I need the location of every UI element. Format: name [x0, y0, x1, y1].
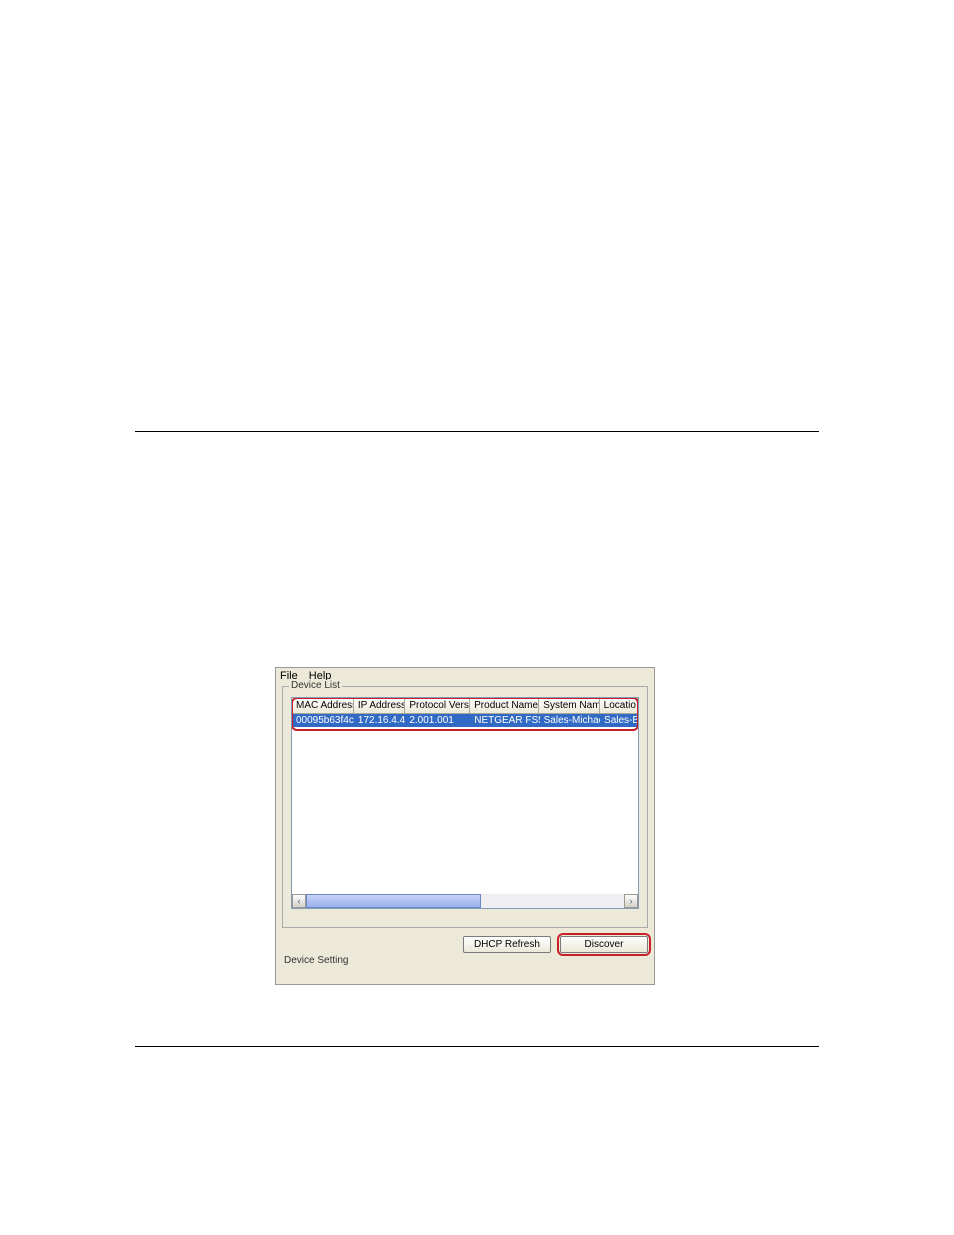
- discover-button[interactable]: Discover: [560, 936, 648, 953]
- dhcp-refresh-button[interactable]: DHCP Refresh: [463, 936, 551, 953]
- scroll-thumb[interactable]: [306, 894, 481, 908]
- button-row: DHCP Refresh Discover: [276, 930, 654, 953]
- horizontal-rule-1: [135, 431, 819, 432]
- device-list-table: MAC Address IP Address Protocol Version …: [291, 697, 639, 909]
- col-product[interactable]: Product Name: [470, 698, 539, 713]
- device-setting-label: Device Setting: [276, 953, 654, 966]
- device-list-label: Device List: [289, 680, 342, 691]
- col-ip[interactable]: IP Address: [354, 698, 406, 713]
- cell-proto: 2.001.001: [405, 714, 470, 727]
- cell-ip: 172.16.4.40: [354, 714, 405, 727]
- device-list-group: Device List MAC Address IP Address Proto…: [282, 686, 648, 928]
- col-system[interactable]: System Name: [539, 698, 599, 713]
- horizontal-rule-2: [135, 1046, 819, 1047]
- table-row[interactable]: 00095b63f4c5 172.16.4.40 2.001.001 NETGE…: [292, 714, 638, 727]
- col-location[interactable]: Locatio: [600, 698, 638, 713]
- scroll-right-arrow-icon[interactable]: ›: [624, 894, 638, 908]
- cell-product: NETGEAR FS526T: [470, 714, 539, 727]
- cell-mac: 00095b63f4c5: [292, 714, 354, 727]
- col-proto[interactable]: Protocol Version: [405, 698, 470, 713]
- table-header: MAC Address IP Address Protocol Version …: [292, 698, 638, 714]
- cell-system: Sales-Michael: [540, 714, 600, 727]
- smartwizard-window: File Help Device List MAC Address IP Add…: [275, 667, 655, 985]
- col-mac[interactable]: MAC Address: [292, 698, 354, 713]
- horizontal-scrollbar[interactable]: ‹ ›: [292, 894, 638, 908]
- scroll-track[interactable]: [306, 894, 624, 908]
- cell-location: Sales-B: [600, 714, 638, 727]
- scroll-left-arrow-icon[interactable]: ‹: [292, 894, 306, 908]
